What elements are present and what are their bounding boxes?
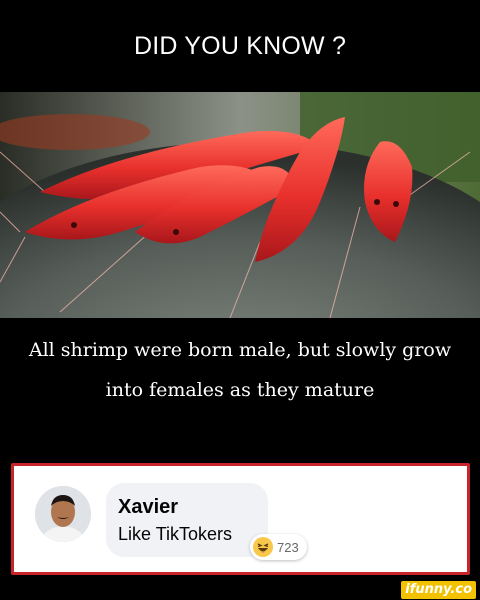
meme-caption: All shrimp were born male, but slowly gr… xyxy=(28,339,452,401)
meme-title: DID YOU KNOW ? xyxy=(133,31,347,60)
comment-bubble xyxy=(106,483,268,557)
profile-photo-icon xyxy=(35,486,91,542)
haha-emoji-icon xyxy=(253,537,273,557)
avatar[interactable] xyxy=(35,486,91,542)
reaction-summary[interactable]: 723 xyxy=(250,534,307,560)
shrimp-photo xyxy=(0,92,480,318)
comment-text: Like TikTokers xyxy=(118,524,233,544)
comment-author[interactable]: Xavier xyxy=(118,496,178,519)
reaction-count: 723 xyxy=(277,539,299,555)
comment-card: Xavier Like TikTokers 723 xyxy=(11,463,470,575)
ifunny-watermark: ifunny.co xyxy=(401,581,476,599)
meme-image: DID YOU KNOW ? All shrimp were born male… xyxy=(0,0,480,600)
